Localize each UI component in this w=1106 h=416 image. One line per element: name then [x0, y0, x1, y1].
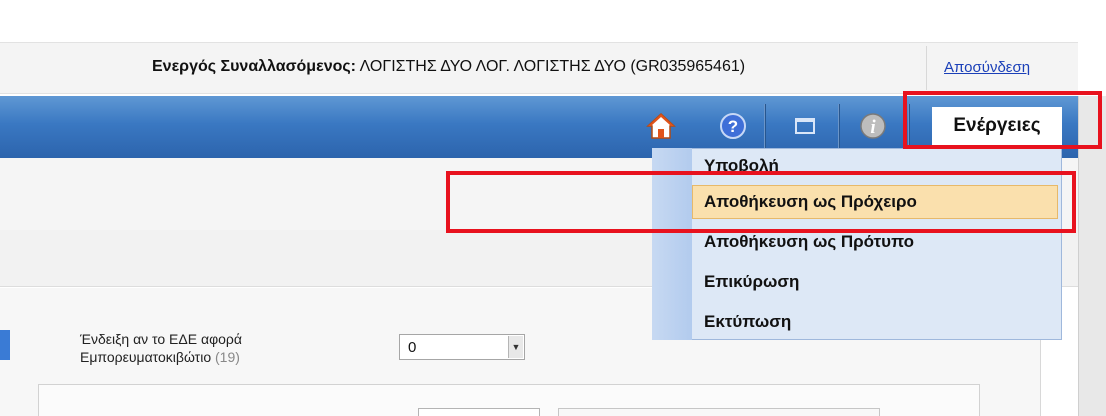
inner-input[interactable]: [418, 408, 540, 416]
page: Ενεργός Συναλλασόμενος: ΛΟΓΙΣΤΗΣ ΔΥΟ ΛΟΓ…: [0, 0, 1106, 416]
menu-item-save-template[interactable]: Αποθήκευση ως Πρότυπο: [704, 232, 914, 252]
toolbar-divider: [765, 104, 766, 150]
container-select-value: 0: [408, 339, 417, 356]
container-select[interactable]: 0 ▼: [399, 334, 525, 360]
chevron-down-icon[interactable]: ▼: [508, 336, 523, 358]
annotation-box-save-draft: [446, 171, 1076, 233]
container-label-code: (19): [215, 349, 240, 365]
container-label-line2: Εμπορευματοκιβώτιο: [80, 349, 212, 365]
container-field-label: Ένδειξη αν το ΕΔΕ αφορά Εμπορευματοκιβώτ…: [80, 330, 242, 366]
active-user-value: ΛΟΓΙΣΤΗΣ ΔΥΟ ΛΟΓ. ΛΟΓΙΣΤΗΣ ΔΥΟ (GR035965…: [359, 58, 746, 75]
container-label-line1: Ένδειξη αν το ΕΔΕ αφορά: [80, 331, 242, 347]
active-user-label: Ενεργός Συναλλασόμενος:: [152, 58, 357, 75]
info-icon[interactable]: i: [858, 111, 888, 141]
divider: [926, 46, 927, 90]
help-icon[interactable]: ?: [718, 111, 748, 141]
menu-item-validate[interactable]: Επικύρωση: [704, 272, 799, 292]
home-icon[interactable]: [646, 111, 676, 141]
logout-link[interactable]: Αποσύνδεση: [944, 59, 1030, 76]
inner-input[interactable]: [558, 408, 880, 416]
toolbar-divider: [839, 104, 840, 150]
active-user-info: Ενεργός Συναλλασόμενος: ΛΟΓΙΣΤΗΣ ΔΥΟ ΛΟΓ…: [152, 58, 745, 76]
menu-item-print[interactable]: Εκτύπωση: [704, 312, 791, 332]
annotation-box-actions: [903, 91, 1102, 149]
window-icon[interactable]: [790, 111, 820, 141]
top-strip: [0, 0, 1106, 20]
svg-text:i: i: [870, 117, 876, 138]
svg-text:?: ?: [728, 117, 738, 136]
section-tab[interactable]: [0, 330, 10, 360]
